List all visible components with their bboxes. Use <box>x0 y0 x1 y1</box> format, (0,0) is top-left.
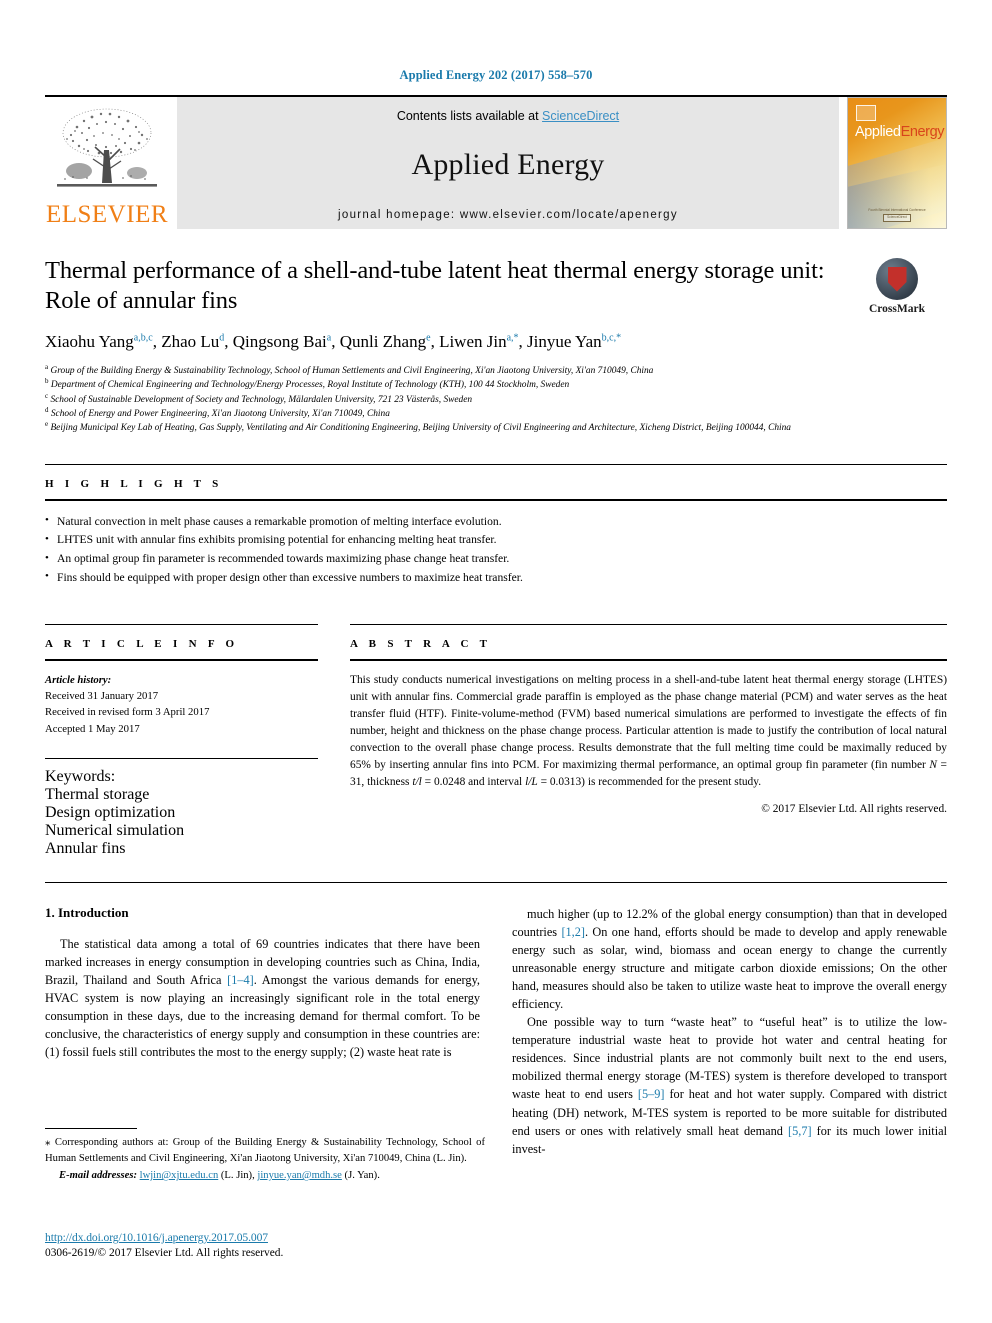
keywords-block: Keywords: Thermal storage Design optimiza… <box>45 757 318 858</box>
citation-reference[interactable]: [5–9] <box>638 1087 665 1101</box>
journal-masthead: ELSEVIER Contents lists available at Sci… <box>45 95 947 229</box>
keywords-label: Keywords: <box>45 767 116 785</box>
cover-footer-text: Fourth Biennial International Conference <box>868 207 926 212</box>
email-link-jin[interactable]: lwjin@xjtu.edu.cn <box>140 1170 219 1181</box>
article-info-heading: A R T I C L E I N F O <box>45 637 239 650</box>
cover-badge: ScienceDirect <box>883 213 911 222</box>
doi-link[interactable]: http://dx.doi.org/10.1016/j.apenergy.201… <box>45 1231 268 1244</box>
sciencedirect-link[interactable]: ScienceDirect <box>542 109 619 123</box>
author-list: Xiaohu Yanga,b,c, Zhao Lud, Qingsong Bai… <box>45 331 622 351</box>
cover-title-applied: Applied <box>855 124 901 140</box>
contents-prefix: Contents lists available at <box>396 109 543 123</box>
article-history-list: Received 31 January 2017 Received in revi… <box>45 688 318 737</box>
keyword-item: Annular fins <box>45 839 126 857</box>
affiliation-item: d School of Energy and Power Engineering… <box>45 405 390 420</box>
crossmark-badge[interactable]: CrossMark <box>847 258 947 315</box>
intro-paragraph-right-1: much higher (up to 12.2% of the global e… <box>512 906 948 1012</box>
footnote-rule <box>45 1128 137 1129</box>
body-column-right: much higher (up to 12.2% of the global e… <box>512 905 947 1158</box>
article-history-label: Article history: <box>45 673 112 686</box>
affiliation-item: b Department of Chemical Engineering and… <box>45 377 570 391</box>
math-var-n: N <box>929 759 937 772</box>
history-item: Accepted 1 May 2017 <box>45 722 140 735</box>
highlight-item: LHTES unit with annular fins exhibits pr… <box>45 531 947 550</box>
author-affiliation-marker: a <box>326 332 332 344</box>
highlight-item: Natural convection in melt phase causes … <box>45 512 947 532</box>
paper-page: Applied Energy 202 (2017) 558–570 ELSEVI… <box>0 0 992 1323</box>
author-name: Zhao Lu <box>161 331 220 351</box>
math-var-l-over-L: l/L <box>525 776 538 789</box>
info-abstract-row: A R T I C L E I N F O Article history: R… <box>45 623 947 858</box>
highlight-item: An optimal group fin parameter is recomm… <box>45 550 947 569</box>
keyword-item: Thermal storage <box>45 785 150 803</box>
abstract-section: A B S T R A C T This study conducts nume… <box>350 623 947 858</box>
journal-cover-thumbnail: AppliedEnergy Fourth Biennial Internatio… <box>847 97 947 229</box>
author-name: Qunli Zhang <box>339 331 427 351</box>
journal-title: Applied Energy <box>411 148 605 181</box>
author-name: Qingsong Bai <box>232 331 327 351</box>
author-affiliation-marker: a,* <box>506 332 519 344</box>
body-columns: 1. Introduction The statistical data amo… <box>45 905 947 1158</box>
history-item: Received 31 January 2017 <box>45 690 159 703</box>
elsevier-logo: ELSEVIER <box>45 97 169 229</box>
footnote-star-marker: ⁎ <box>45 1136 51 1148</box>
affiliation-item: c School of Sustainable Development of S… <box>45 391 473 405</box>
author-name: Xiaohu Yang <box>45 331 134 351</box>
intro-paragraph-right-2: One possible way to turn “waste heat” to… <box>512 1015 947 1156</box>
abstract-text: This study conducts numerical investigat… <box>350 673 947 789</box>
author-affiliation-marker: d <box>219 332 225 344</box>
email-link-yan[interactable]: jinyue.yan@mdh.se <box>257 1170 342 1181</box>
affiliation-item: a Group of the Building Energy & Sustain… <box>45 363 654 377</box>
body-separator-rule <box>45 881 947 883</box>
page-title: Thermal performance of a shell-and-tube … <box>45 257 825 315</box>
cover-title: AppliedEnergy <box>855 124 945 140</box>
journal-homepage: journal homepage: www.elsevier.com/locat… <box>338 209 678 221</box>
author-name: Jinyue Yan <box>527 331 602 351</box>
cover-elsevier-icon <box>856 105 876 121</box>
crossmark-icon <box>876 258 918 300</box>
highlights-list: Natural convection in melt phase causes … <box>45 501 947 588</box>
math-var-t-over-l: t/l <box>412 776 422 789</box>
citation-reference[interactable]: [5,7] <box>788 1124 812 1138</box>
article-info-section: A R T I C L E I N F O Article history: R… <box>45 623 318 858</box>
footer-doi-block: http://dx.doi.org/10.1016/j.apenergy.201… <box>45 1228 485 1259</box>
highlights-heading: H I G H L I G H T S <box>45 477 223 490</box>
body-column-left: 1. Introduction The statistical data amo… <box>45 905 480 1158</box>
author-affiliation-marker: e <box>426 332 431 344</box>
email-addresses-label: E-mail addresses: <box>59 1170 140 1182</box>
intro-paragraph-left: The statistical data among a total of 69… <box>45 936 481 1060</box>
highlights-section: H I G H L I G H T S Natural convection i… <box>45 463 947 588</box>
history-item: Received in revised form 3 April 2017 <box>45 706 210 719</box>
elsevier-wordmark: ELSEVIER <box>45 201 169 228</box>
cover-footer: Fourth Biennial International Conference… <box>848 208 946 222</box>
keywords-list: Thermal storage Design optimization Numeri… <box>45 786 318 858</box>
abstract-heading: A B S T R A C T <box>350 637 492 650</box>
elsevier-tree-icon <box>57 108 157 187</box>
author-name: Liwen Jin <box>439 331 507 351</box>
section-heading-introduction: 1. Introduction <box>45 904 129 920</box>
author-affiliation-marker: b,c,* <box>601 332 622 344</box>
citation-reference[interactable]: [1–4] <box>227 973 254 987</box>
cover-title-energy: Energy <box>900 124 945 140</box>
keyword-item: Numerical simulation <box>45 821 185 839</box>
affiliation-item: e Beijing Municipal Key Lab of Heating, … <box>45 420 791 434</box>
author-affiliation-marker: a,b,c <box>133 332 153 344</box>
affiliation-list: a Group of the Building Energy & Sustain… <box>45 364 947 435</box>
contents-lists-line: Contents lists available at ScienceDirec… <box>397 109 619 123</box>
keyword-item: Design optimization <box>45 803 176 821</box>
footnote-text: ⁎ Corresponding authors at: Group of the… <box>45 1136 485 1164</box>
running-head: Applied Energy 202 (2017) 558–570 <box>399 68 593 82</box>
highlight-item: Fins should be equipped with proper desi… <box>45 568 947 588</box>
issn-copyright-line: 0306-2619/© 2017 Elsevier Ltd. All right… <box>45 1247 284 1259</box>
abstract-copyright: © 2017 Elsevier Ltd. All rights reserved… <box>761 802 947 815</box>
journal-band: Contents lists available at ScienceDirec… <box>177 97 839 229</box>
citation-reference[interactable]: [1,2] <box>561 925 585 939</box>
crossmark-label: CrossMark <box>868 303 925 315</box>
article-history-block: Article history: Received 31 January 201… <box>45 661 318 737</box>
title-block: Thermal performance of a shell-and-tube … <box>45 256 947 352</box>
footnote-emails: E-mail addresses: lwjin@xjtu.edu.cn (L. … <box>59 1170 380 1182</box>
corresponding-author-footnote: ⁎ Corresponding authors at: Group of the… <box>45 1128 485 1183</box>
